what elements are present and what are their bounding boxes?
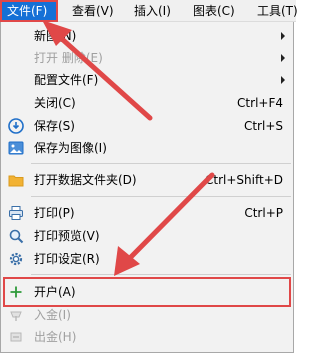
annotation-highlight-box bbox=[3, 277, 291, 307]
withdraw-icon bbox=[8, 329, 24, 345]
shortcut-label: Ctrl+F4 bbox=[237, 96, 283, 110]
menu-item-label: 保存为图像(I) bbox=[34, 141, 107, 155]
menu-item-print[interactable]: 打印(P) Ctrl+P bbox=[1, 202, 293, 224]
menu-chart[interactable]: 图表(C) bbox=[193, 2, 235, 20]
menu-item-label: 入金(I) bbox=[34, 308, 71, 322]
save-icon bbox=[8, 118, 24, 134]
folder-icon bbox=[8, 172, 24, 188]
submenu-arrow-icon bbox=[281, 54, 285, 62]
menu-item-close[interactable]: 关闭(C) Ctrl+F4 bbox=[1, 92, 293, 114]
submenu-arrow-icon bbox=[281, 32, 285, 40]
menu-separator bbox=[31, 196, 291, 197]
menu-insert[interactable]: 插入(I) bbox=[134, 2, 171, 20]
menu-item-new-chart[interactable]: 新图(N) bbox=[1, 25, 293, 47]
menu-item-open-data-folder[interactable]: 打开数据文件夹(D) Ctrl+Shift+D bbox=[1, 169, 293, 191]
submenu-arrow-icon bbox=[281, 76, 285, 84]
settings-gear-icon bbox=[8, 251, 24, 267]
menu-view[interactable]: 查看(V) bbox=[72, 2, 114, 20]
menu-item-label: 保存(S) bbox=[34, 119, 75, 133]
menu-item-label: 新图(N) bbox=[34, 29, 77, 43]
shortcut-label: Ctrl+S bbox=[243, 119, 283, 133]
menu-item-print-preview[interactable]: 打印预览(V) bbox=[1, 225, 293, 247]
menu-item-open-delete: 打开 删除(E) bbox=[1, 47, 293, 69]
menu-item-label: 打开 删除(E) bbox=[34, 51, 103, 65]
menu-item-withdraw: 出金(H) bbox=[1, 326, 293, 348]
image-icon bbox=[8, 140, 24, 156]
menu-separator bbox=[31, 274, 291, 275]
menu-item-print-setup[interactable]: 打印设定(R) bbox=[1, 248, 293, 270]
print-preview-icon bbox=[8, 228, 24, 244]
menu-item-label: 关闭(C) bbox=[34, 96, 76, 110]
menu-tools[interactable]: 工具(T) bbox=[257, 2, 298, 20]
menu-item-label: 打印(P) bbox=[34, 206, 75, 220]
menu-item-label: 出金(H) bbox=[34, 330, 77, 344]
shortcut-label: Ctrl+P bbox=[244, 206, 283, 220]
menu-item-label: 打印设定(R) bbox=[34, 252, 100, 266]
shortcut-label: Ctrl+Shift+D bbox=[205, 173, 283, 187]
menu-item-deposit: 入金(I) bbox=[1, 304, 293, 326]
menu-item-profiles[interactable]: 配置文件(F) bbox=[1, 69, 293, 91]
menu-item-save-as-image[interactable]: 保存为图像(I) bbox=[1, 137, 293, 159]
menu-item-label: 配置文件(F) bbox=[34, 73, 99, 87]
menu-item-label: 打印预览(V) bbox=[34, 229, 100, 243]
menu-separator bbox=[31, 163, 291, 164]
annotation-file-box bbox=[0, 0, 58, 22]
menu-item-label: 打开数据文件夹(D) bbox=[34, 173, 137, 187]
menu-item-save[interactable]: 保存(S) Ctrl+S bbox=[1, 115, 293, 137]
printer-icon bbox=[8, 205, 24, 221]
deposit-icon bbox=[8, 307, 24, 323]
